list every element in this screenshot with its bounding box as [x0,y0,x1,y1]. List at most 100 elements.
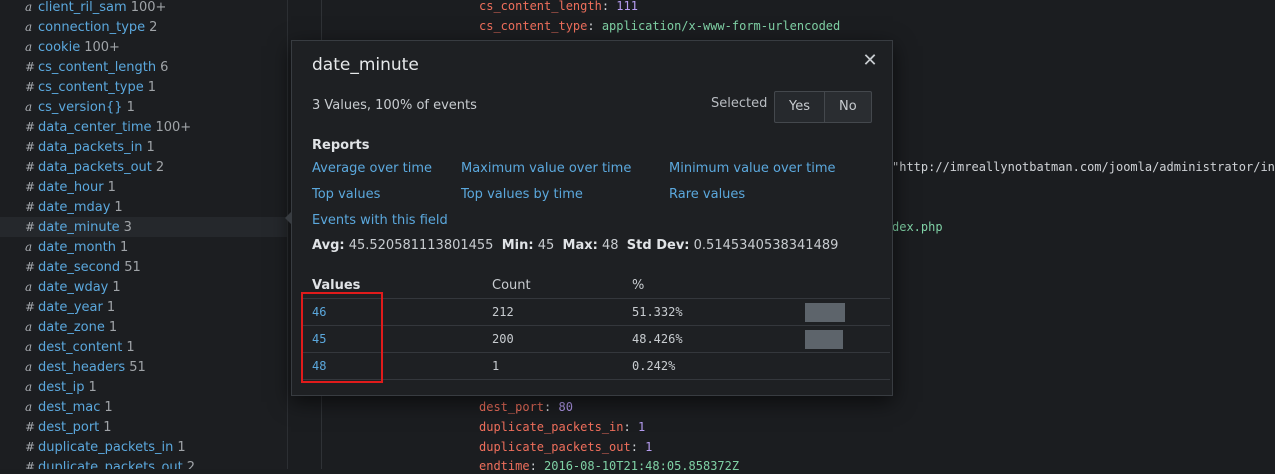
sidebar-field-cookie[interactable]: a cookie 100+ [0,37,287,57]
field-value-count: 2 [149,20,158,35]
sidebar-field-date-minute[interactable]: # date_minute 3 [0,217,287,237]
selected-toggle: Yes No [774,91,872,123]
event-sep: : [587,19,602,33]
field-name[interactable]: cs_content_type [38,80,144,95]
event-key[interactable]: duplicate_packets_out [479,440,631,454]
percent-column-header: % [632,278,645,293]
sidebar-field-connection-type[interactable]: a connection_type 2 [0,17,287,37]
field-name[interactable]: cs_version{} [38,100,123,115]
min-label: Min: [501,238,534,253]
report-minimum-over-time[interactable]: Minimum value over time [669,161,836,176]
field-name[interactable]: dest_port [38,420,99,435]
sidebar-field-duplicate-packets-in[interactable]: # duplicate_packets_in 1 [0,437,287,457]
percent-bar [805,303,845,322]
max-label: Max: [562,238,598,253]
max-value: 48 [601,238,619,253]
report-top-values[interactable]: Top values [312,187,380,202]
field-name[interactable]: dest_headers [38,360,125,375]
field-value-count: 1 [112,280,121,295]
selected-no-button[interactable]: No [825,91,872,123]
sidebar-field-dest-mac[interactable]: a dest_mac 1 [0,397,287,417]
sidebar-field-dest-headers[interactable]: a dest_headers 51 [0,357,287,377]
field-name[interactable]: data_center_time [38,120,151,135]
report-events-with-field[interactable]: Events with this field [312,213,448,228]
sidebar-field-date-second[interactable]: # date_second 51 [0,257,287,277]
sidebar-field-data-packets-out[interactable]: # data_packets_out 2 [0,157,287,177]
field-value-count: 1 [120,240,129,255]
field-value-count: 2 [186,460,196,469]
field-name[interactable]: duplicate_packets_out [38,460,183,469]
field-name[interactable]: dest_mac [38,400,100,415]
field-name[interactable]: cookie [38,40,80,55]
sidebar-field-cs-content-type[interactable]: # cs_content_type 1 [0,77,287,97]
field-name[interactable]: connection_type [38,20,145,35]
event-line-dest-port: dest_port: 80 [479,399,573,415]
field-name[interactable]: dest_ip [38,380,84,395]
number-type-icon: # [25,180,36,194]
report-top-values-by-time[interactable]: Top values by time [461,187,583,202]
number-type-icon: # [25,140,36,154]
field-name[interactable]: date_mday [38,200,110,215]
sidebar-field-date-month[interactable]: a date_month 1 [0,237,287,257]
event-key[interactable]: endtime [479,459,530,473]
sidebar-field-date-zone[interactable]: a date_zone 1 [0,317,287,337]
sidebar-field-dest-port[interactable]: # dest_port 1 [0,417,287,437]
sidebar-field-date-year[interactable]: # date_year 1 [0,297,287,317]
report-average-over-time[interactable]: Average over time [312,161,432,176]
event-value[interactable]: 80 [558,400,572,414]
field-name[interactable]: cs_content_length [38,60,156,75]
event-sep: : [529,459,545,473]
event-key[interactable]: cs_content_length [479,0,602,13]
popup-title: date_minute [312,55,419,75]
field-name[interactable]: data_packets_out [38,160,152,175]
event-php-fragment[interactable]: dex.php [892,219,943,235]
event-value[interactable]: 1 [645,440,652,454]
sidebar-field-client-ril-sam[interactable]: a client_ril_sam 100+ [0,0,287,17]
sidebar-field-dest-content[interactable]: a dest_content 1 [0,337,287,357]
string-type-icon: a [25,40,33,54]
field-name[interactable]: date_second [38,260,120,275]
close-icon[interactable]: ✕ [860,51,880,71]
field-name[interactable]: duplicate_packets_in [38,440,173,455]
sidebar-field-cs-content-length[interactable]: # cs_content_length 6 [0,57,287,77]
sidebar-field-date-mday[interactable]: # date_mday 1 [0,197,287,217]
string-type-icon: a [25,360,33,374]
event-value[interactable]: dex.php [892,220,943,234]
sidebar-field-date-hour[interactable]: # date_hour 1 [0,177,287,197]
field-name[interactable]: dest_content [38,340,122,355]
field-name[interactable]: date_hour [38,180,104,195]
report-maximum-over-time[interactable]: Maximum value over time [461,161,631,176]
event-key[interactable]: duplicate_packets_in [479,420,624,434]
field-value-count: 100+ [130,0,167,15]
field-name[interactable]: date_wday [38,280,108,295]
field-name[interactable]: data_packets_in [38,140,142,155]
event-value[interactable]: application/x-www-form-urlencoded [602,19,840,33]
sidebar-field-date-wday[interactable]: a date_wday 1 [0,277,287,297]
value-cell[interactable]: 45 [312,332,326,346]
sidebar-field-data-center-time[interactable]: # data_center_time 100+ [0,117,287,137]
field-name[interactable]: client_ril_sam [38,0,127,15]
field-name[interactable]: date_year [38,300,103,315]
sidebar-field-duplicate-packets-out[interactable]: # duplicate_packets_out 2 [0,457,287,469]
field-name[interactable]: date_zone [38,320,105,335]
event-value[interactable]: 1 [638,420,645,434]
number-type-icon: # [25,160,36,174]
table-divider [302,325,890,326]
count-cell: 1 [492,359,500,373]
report-rare-values[interactable]: Rare values [669,187,745,202]
sidebar-field-data-packets-in[interactable]: # data_packets_in 1 [0,137,287,157]
percent-cell: 48.426% [632,332,683,346]
event-value[interactable]: 2016-08-10T21:48:05.858372Z [544,459,739,473]
value-cell[interactable]: 46 [312,305,326,319]
event-url-fragment[interactable]: "http://imreallynotbatman.com/joomla/adm… [892,159,1275,175]
event-key[interactable]: dest_port [479,400,544,414]
sidebar-field-dest-ip[interactable]: a dest_ip 1 [0,377,287,397]
event-value[interactable]: 111 [616,0,638,13]
selected-yes-button[interactable]: Yes [774,91,825,123]
field-name[interactable]: date_month [38,240,116,255]
value-cell[interactable]: 48 [312,359,326,373]
event-key[interactable]: cs_content_type [479,19,587,33]
field-name[interactable]: date_minute [38,220,120,235]
number-type-icon: # [25,260,36,274]
sidebar-field-cs-version-[interactable]: a cs_version{} 1 [0,97,287,117]
